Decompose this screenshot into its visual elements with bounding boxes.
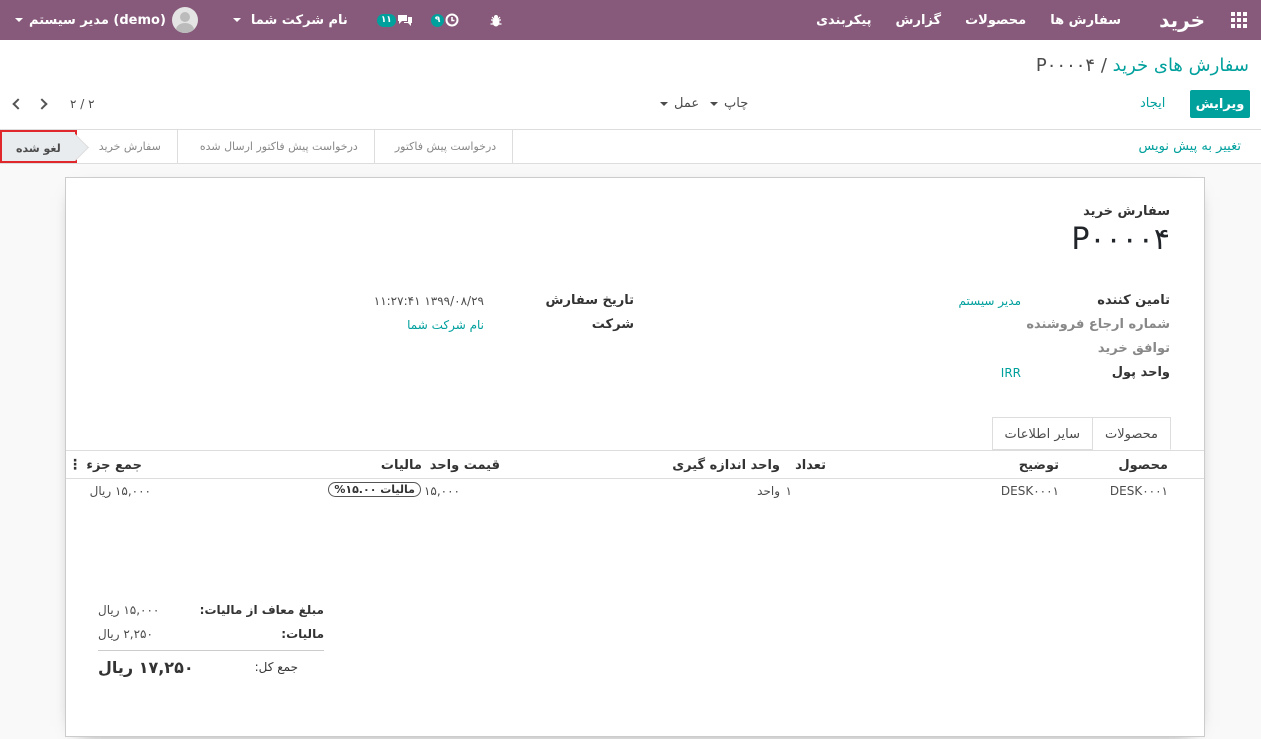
cell-unit-price: ۱۵,۰۰۰ [423,484,460,498]
column-subtotal[interactable]: جمع جزء [86,458,142,473]
status-stages: لغو شده سفارش خرید درخواست پیش فاکتور ار… [0,130,514,163]
cell-description: DESK۰۰۰۱ [1000,484,1059,498]
column-quantity[interactable]: تعداد [795,458,826,473]
order-date-label: تاریخ سفارش [545,293,634,308]
chat-icon [397,15,412,26]
tab-other-info[interactable]: سایر اطلاعات [991,417,1093,450]
cell-product: DESK۰۰۰۱ [1109,484,1168,498]
column-description[interactable]: توضیح [1019,458,1059,473]
breadcrumb-separator: / [1100,55,1107,76]
form-tabs: محصولات سایر اطلاعات [991,417,1171,450]
chevron-down-icon [232,18,241,22]
breadcrumb: سفارش های خرید / P۰۰۰۰۴ [1036,55,1249,76]
print-dropdown[interactable]: چاپ [710,90,748,118]
stage-rfq-sent[interactable]: درخواست پیش فاکتور ارسال شده [178,130,375,163]
breadcrumb-parent[interactable]: سفارش های خرید [1113,55,1249,76]
column-uom[interactable]: واحد اندازه گیری [672,458,780,473]
chevron-down-icon [710,102,718,106]
top-navbar: خرید سفارش ها محصولات گزارش پیکربندی مدی… [0,0,1261,40]
currency-label: واحد پول [1111,365,1170,380]
purchase-agreement-label: توافق خرید [1097,341,1170,356]
debug-button[interactable] [468,14,511,27]
activities-badge: ۹ [430,13,445,27]
tax-amount-label: مالیات: [281,627,324,641]
company-name: نام شرکت شما [250,12,348,28]
user-name: مدیر سیستم (demo) [29,12,166,28]
menu-products[interactable]: محصولات [953,13,1038,28]
app-brand[interactable]: خرید [1133,8,1217,32]
breadcrumb-current: P۰۰۰۰۴ [1035,55,1096,76]
vendor-label: تامین کننده [1097,293,1170,308]
header-divider [66,478,1204,479]
total-label: جمع کل: [254,660,298,674]
status-bar: تغییر به پیش نویس لغو شده سفارش خرید درخ… [0,129,1261,164]
document-type-label: سفارش خرید [1083,204,1170,219]
tax-amount-value: ۲,۲۵۰ ریال [98,627,153,641]
messages-badge: ۱۱ [376,13,396,27]
currency-value[interactable]: IRR [1001,366,1021,380]
vendor-reference-label: شماره ارجاع فروشنده [1026,317,1170,332]
cell-taxes: مالیات ۱۵.۰۰% [328,482,421,497]
stage-purchase-order[interactable]: سفارش خرید [77,130,178,163]
apps-menu-icon[interactable] [1217,0,1261,40]
action-label: عمل [674,96,700,111]
untaxed-amount-value: ۱۵,۰۰۰ ریال [98,603,160,617]
tab-divider [66,450,1204,451]
create-button[interactable]: ایجاد [1140,90,1165,118]
menu-configuration[interactable]: پیکربندی [804,13,883,28]
total-value: ۱۷,۲۵۰ ریال [98,657,194,677]
totals-divider [98,650,324,651]
chevron-left-icon[interactable] [12,98,24,110]
chevron-down-icon [15,18,23,22]
column-product[interactable]: محصول [1118,458,1168,473]
bug-icon [490,14,502,26]
user-menu[interactable]: مدیر سیستم (demo) [0,7,207,33]
company-value[interactable]: نام شرکت شما [407,318,484,332]
tax-tag: مالیات ۱۵.۰۰% [328,482,421,497]
vendor-value[interactable]: مدیر سیستم [959,294,1022,308]
print-label: چاپ [724,96,749,111]
cell-subtotal: ۱۵,۰۰۰ ریال [89,484,151,498]
stage-rfq[interactable]: درخواست پیش فاکتور [375,130,514,163]
company-switcher[interactable]: نام شرکت شما [207,13,357,28]
menu-orders[interactable]: سفارش ها [1038,13,1133,28]
pager: ۲ / ۲ [10,90,95,118]
totals-panel: مبلغ معاف از مالیات: ۱۵,۰۰۰ ریال مالیات:… [98,598,324,679]
edit-button[interactable]: ویرایش [1190,90,1250,118]
column-taxes[interactable]: مالیات [381,458,422,473]
messages-button[interactable]: ۱۱ [357,13,422,27]
tab-products[interactable]: محصولات [1092,417,1171,450]
order-date-value: ۱۳۹۹/۰۸/۲۹ ۱۱:۲۷:۴۱ [373,294,484,308]
form-sheet: سفارش خرید P۰۰۰۰۴ تامین کننده مدیر سیستم… [65,177,1205,737]
chevron-right-icon[interactable] [36,98,48,110]
activities-button[interactable]: ۹ [422,13,469,27]
menu-reporting[interactable]: گزارش [884,13,954,28]
company-label: شرکت [591,317,634,332]
stage-cancelled[interactable]: لغو شده [0,130,77,163]
column-options-icon[interactable]: ⋮ [68,457,82,473]
document-name: P۰۰۰۰۴ [1071,222,1170,257]
set-to-draft-button[interactable]: تغییر به پیش نویس [1138,130,1241,163]
action-dropdown[interactable]: عمل [660,90,699,118]
untaxed-amount-label: مبلغ معاف از مالیات: [199,603,324,617]
chevron-down-icon [660,102,668,106]
avatar [171,7,198,33]
pager-value[interactable]: ۲ / ۲ [70,97,95,111]
column-unit-price[interactable]: قیمت واحد [430,458,500,473]
cell-uom: واحد [757,484,780,498]
cell-quantity: ۱ [785,484,792,498]
clock-icon [445,13,459,27]
